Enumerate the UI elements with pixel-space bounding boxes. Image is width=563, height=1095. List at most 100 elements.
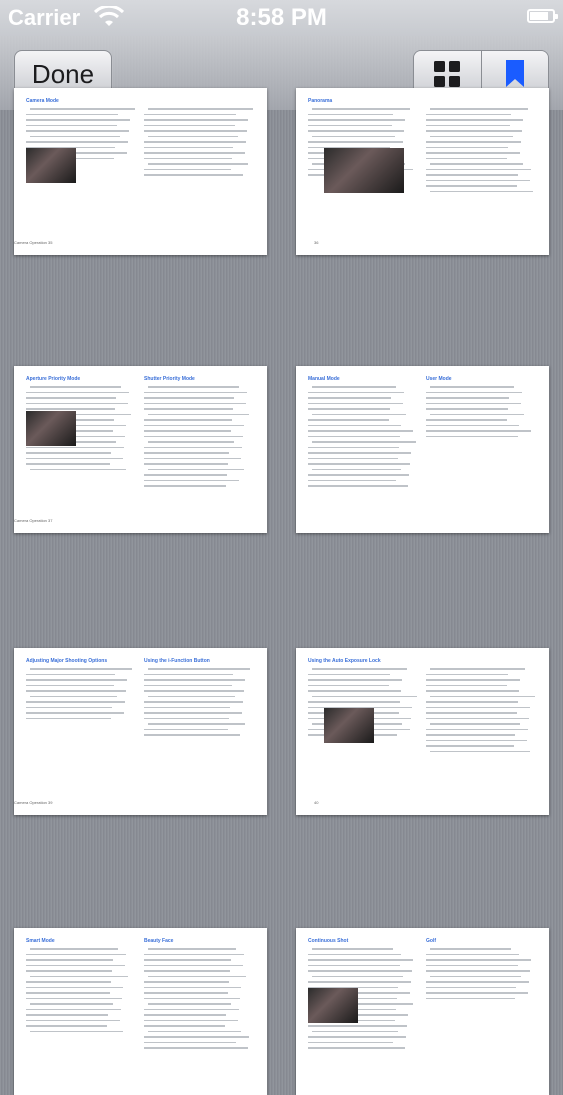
text-line	[426, 986, 516, 988]
text-line	[144, 463, 228, 465]
page-heading: Camera Mode	[26, 98, 59, 104]
text-line	[144, 397, 234, 399]
text-line	[426, 179, 530, 181]
text-line	[426, 959, 531, 961]
text-line	[430, 695, 535, 697]
text-line	[26, 717, 111, 719]
text-line	[26, 701, 125, 703]
text-line	[312, 668, 407, 670]
text-line	[144, 964, 243, 966]
text-line	[430, 975, 521, 977]
page-heading: Using the Auto Exposure Lock	[308, 658, 381, 664]
text-line	[312, 386, 396, 388]
page-photo	[308, 988, 358, 1023]
page-thumbnail[interactable]: Using the Auto Exposure Lock 40	[296, 648, 549, 815]
text-line	[144, 457, 241, 459]
text-line	[308, 119, 405, 121]
text-line	[26, 997, 122, 999]
text-line	[26, 119, 130, 121]
text-line	[30, 1030, 123, 1032]
text-line	[308, 981, 411, 983]
text-line	[426, 981, 529, 983]
text-line	[426, 419, 507, 421]
text-line	[426, 402, 521, 404]
text-line	[144, 479, 239, 481]
page-thumbnail[interactable]: Aperture Priority Mode Shutter Priority M…	[14, 366, 267, 533]
page-thumbnail[interactable]: Camera Mode Camera Operation 35	[14, 88, 267, 255]
text-line	[144, 430, 231, 432]
text-line	[26, 712, 124, 714]
text-line	[308, 463, 410, 465]
text-line	[144, 408, 233, 410]
text-line	[144, 435, 243, 437]
text-line	[144, 679, 245, 681]
text-line	[308, 953, 401, 955]
text-line	[148, 135, 238, 137]
text-line	[426, 690, 519, 692]
text-line	[144, 690, 244, 692]
text-line	[430, 413, 524, 415]
text-line	[144, 174, 243, 176]
text-line	[144, 391, 247, 393]
text-line	[144, 402, 246, 404]
text-line	[148, 695, 235, 697]
text-line	[308, 402, 403, 404]
text-line	[144, 113, 236, 115]
text-line	[426, 684, 507, 686]
page-footer: Camera Operation 39	[14, 800, 53, 805]
text-line	[426, 745, 514, 747]
text-line	[26, 679, 127, 681]
text-line	[426, 739, 527, 741]
text-line	[308, 964, 400, 966]
page-heading: Using the i-Function Button	[144, 658, 210, 664]
text-line	[430, 163, 523, 165]
text-line	[148, 948, 236, 950]
text-line	[26, 690, 126, 692]
text-line	[144, 997, 240, 999]
text-line	[30, 1003, 113, 1005]
text-line	[426, 152, 520, 154]
text-line	[26, 397, 116, 399]
text-line	[144, 673, 233, 675]
text-line	[308, 391, 404, 393]
text-line	[30, 468, 126, 470]
text-line	[308, 1047, 405, 1049]
page-thumbnail[interactable]: Manual Mode User Mode	[296, 366, 549, 533]
text-line	[144, 485, 226, 487]
text-line	[426, 146, 508, 148]
text-line	[148, 668, 250, 670]
battery-icon	[527, 9, 558, 23]
page-thumbnail[interactable]: Continuous Shot Golf	[296, 928, 549, 1095]
text-line	[426, 157, 507, 159]
text-line	[308, 419, 389, 421]
page-thumbnail[interactable]: Smart Mode Beauty Face	[14, 928, 267, 1095]
text-line	[144, 728, 228, 730]
page-heading: User Mode	[426, 376, 452, 382]
page-footer: Camera Operation 37	[14, 518, 53, 523]
text-line	[426, 408, 508, 410]
text-line	[308, 124, 392, 126]
text-line	[430, 135, 513, 137]
text-line	[426, 964, 518, 966]
text-line	[308, 959, 413, 961]
text-line	[308, 485, 408, 487]
text-line	[312, 135, 395, 137]
page-heading: Continuous Shot	[308, 938, 349, 944]
text-line	[144, 684, 232, 686]
text-line	[26, 130, 129, 132]
text-line	[426, 141, 521, 143]
text-line	[308, 408, 390, 410]
text-line	[26, 964, 125, 966]
text-line	[26, 124, 117, 126]
text-line	[26, 446, 124, 448]
page-thumbnail[interactable]: Adjusting Major Shooting Options Using th…	[14, 648, 267, 815]
text-line	[144, 130, 247, 132]
text-line	[144, 717, 229, 719]
text-line	[26, 1014, 108, 1016]
text-line	[144, 981, 229, 983]
text-line	[308, 130, 404, 132]
page-thumbnail[interactable]: Panorama 36	[296, 88, 549, 255]
text-line	[26, 452, 111, 454]
text-line	[144, 446, 242, 448]
text-line	[144, 712, 242, 714]
